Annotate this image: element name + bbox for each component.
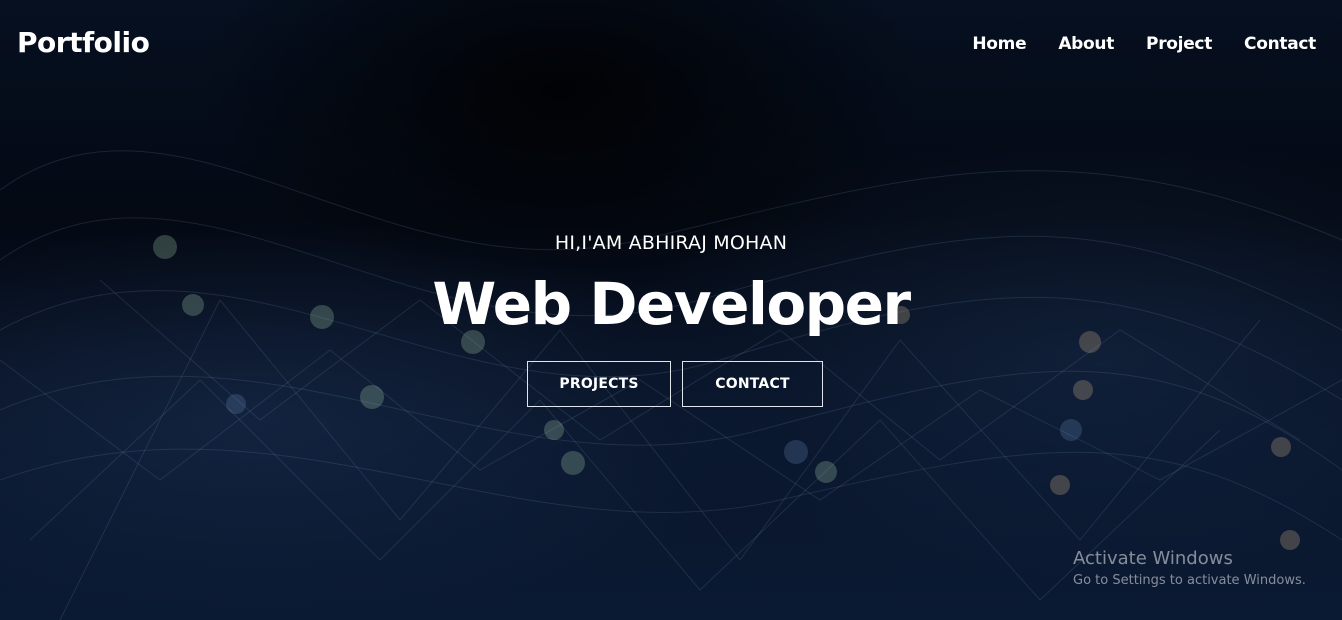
nav-link-about[interactable]: About	[1058, 34, 1114, 54]
hero-greeting: HI,I'AM ABHIRAJ MOHAN	[554, 232, 788, 254]
activate-windows-title: Activate Windows	[1073, 548, 1233, 569]
contact-button[interactable]: CONTACT	[682, 361, 823, 407]
hero-section: HI,I'AM ABHIRAJ MOHAN Web Developer	[0, 232, 1342, 336]
hero-buttons: PROJECTS CONTACT	[527, 361, 823, 407]
activate-windows-watermark: Activate Windows Go to Settings to activ…	[1073, 548, 1306, 588]
site-logo[interactable]: Portfolio	[17, 26, 150, 59]
projects-button[interactable]: PROJECTS	[527, 361, 671, 407]
nav-link-home[interactable]: Home	[972, 34, 1026, 54]
nav-link-project[interactable]: Project	[1146, 34, 1212, 54]
top-navbar: Portfolio Home About Project Contact	[0, 0, 1342, 92]
hero-title: Web Developer	[432, 270, 911, 338]
nav-links: Home About Project Contact	[972, 34, 1316, 54]
portfolio-page: Portfolio Home About Project Contact HI,…	[0, 0, 1342, 620]
nav-link-contact[interactable]: Contact	[1244, 34, 1316, 54]
activate-windows-subtitle: Go to Settings to activate Windows.	[1073, 573, 1306, 588]
